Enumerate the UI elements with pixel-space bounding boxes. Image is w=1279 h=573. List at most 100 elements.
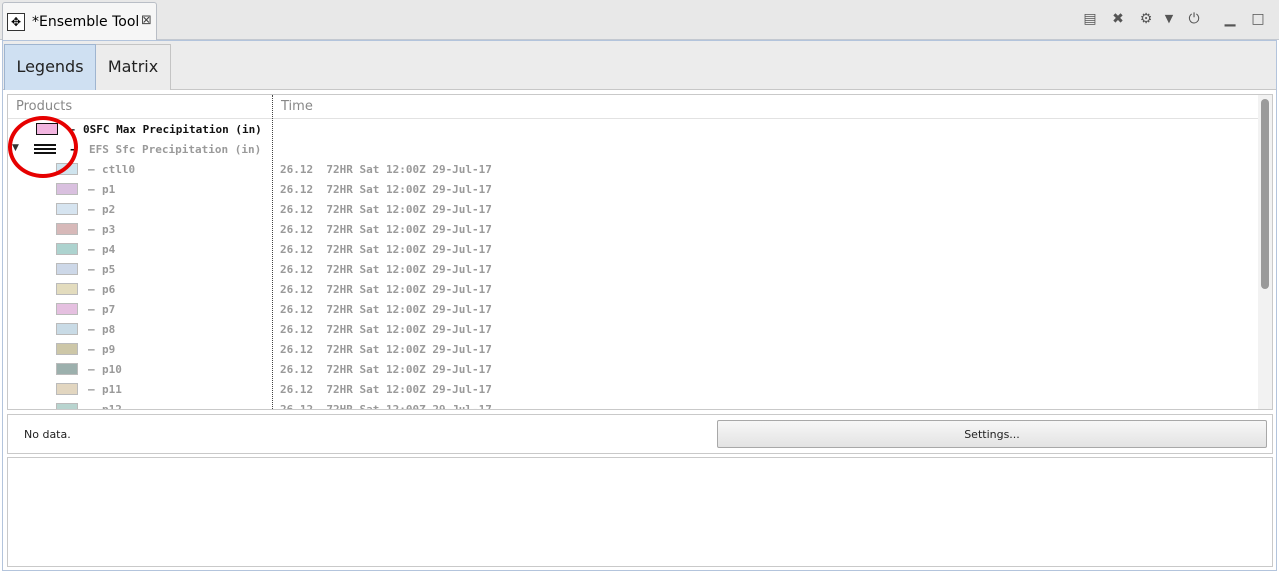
row-label: p4 bbox=[102, 243, 116, 256]
row-label: 0SFC Max Precipitation (in) bbox=[83, 123, 262, 136]
row-time: 26.12 72HR Sat 12:00Z 29-Jul-17 bbox=[280, 403, 492, 410]
row-time: 26.12 72HR Sat 12:00Z 29-Jul-17 bbox=[280, 263, 492, 276]
row-dash: – bbox=[88, 403, 95, 410]
row-label: p11 bbox=[102, 383, 122, 396]
color-swatch[interactable] bbox=[56, 243, 78, 255]
row-dash: – bbox=[88, 323, 95, 336]
row-dash: – bbox=[88, 203, 95, 216]
row-time: 26.12 72HR Sat 12:00Z 29-Jul-17 bbox=[280, 363, 492, 376]
title-bar: ✥ *Ensemble Tool ⊠ ▤ ✖ ⚙ ▼ ⏻ ▁ □ bbox=[0, 0, 1279, 40]
row-label: p5 bbox=[102, 263, 116, 276]
color-swatch[interactable] bbox=[56, 263, 78, 275]
tree-member-row[interactable]: – ctll0 26.12 72HR Sat 12:00Z 29-Jul-17 bbox=[8, 160, 1260, 180]
close-icon[interactable]: ⊠ bbox=[141, 13, 152, 28]
row-label: p8 bbox=[102, 323, 116, 336]
dropdown-arrow-icon[interactable]: ▼ bbox=[1160, 10, 1178, 28]
row-dash: – bbox=[88, 223, 95, 236]
color-swatch[interactable] bbox=[56, 223, 78, 235]
tab-legends[interactable]: Legends bbox=[4, 44, 96, 90]
row-dash: – bbox=[88, 243, 95, 256]
row-label: p2 bbox=[102, 203, 116, 216]
move-arrows-icon: ✥ bbox=[7, 13, 25, 31]
tab-matrix-label: Matrix bbox=[107, 57, 159, 76]
color-swatch[interactable] bbox=[56, 363, 78, 375]
row-time: 26.12 72HR Sat 12:00Z 29-Jul-17 bbox=[280, 243, 492, 256]
row-dash: – bbox=[88, 163, 95, 176]
row-time: 26.12 72HR Sat 12:00Z 29-Jul-17 bbox=[280, 163, 492, 176]
products-column-header[interactable]: Products bbox=[16, 99, 72, 114]
ensemble-panel: Legends Matrix Products Time –0SFC Max P… bbox=[2, 40, 1277, 571]
color-swatch[interactable] bbox=[56, 383, 78, 395]
row-time: 26.12 72HR Sat 12:00Z 29-Jul-17 bbox=[280, 303, 492, 316]
tab-matrix[interactable]: Matrix bbox=[96, 44, 171, 90]
tree-member-row[interactable]: – p9 26.12 72HR Sat 12:00Z 29-Jul-17 bbox=[8, 340, 1260, 360]
row-label: p6 bbox=[102, 283, 116, 296]
row-dash: – bbox=[88, 303, 95, 316]
scrollbar-thumb[interactable] bbox=[1261, 99, 1269, 289]
expand-arrow-icon[interactable]: ▼ bbox=[12, 143, 19, 153]
tree-member-row[interactable]: – p6 26.12 72HR Sat 12:00Z 29-Jul-17 bbox=[8, 280, 1260, 300]
tree-product-row[interactable]: –0SFC Max Precipitation (in) bbox=[8, 120, 1260, 140]
row-dash: – bbox=[68, 123, 75, 136]
legend-tree-table[interactable]: Products Time –0SFC Max Precipitation (i… bbox=[7, 94, 1273, 410]
time-column-header[interactable]: Time bbox=[281, 99, 313, 114]
row-time: 26.12 72HR Sat 12:00Z 29-Jul-17 bbox=[280, 343, 492, 356]
row-time: 26.12 72HR Sat 12:00Z 29-Jul-17 bbox=[280, 223, 492, 236]
row-dash: - bbox=[69, 143, 76, 156]
color-swatch[interactable] bbox=[56, 403, 78, 409]
row-label: p7 bbox=[102, 303, 116, 316]
row-label: p10 bbox=[102, 363, 122, 376]
details-area bbox=[7, 457, 1273, 567]
tree-group-row[interactable]: ▼ - EFS Sfc Precipitation (in) bbox=[8, 140, 1260, 160]
tree-member-row[interactable]: – p1 26.12 72HR Sat 12:00Z 29-Jul-17 bbox=[8, 180, 1260, 200]
view-tab[interactable]: ✥ *Ensemble Tool ⊠ bbox=[2, 2, 157, 40]
color-swatch[interactable] bbox=[56, 283, 78, 295]
view-title: *Ensemble Tool bbox=[32, 14, 140, 30]
tab-strip: Legends Matrix bbox=[3, 41, 1276, 90]
gears-icon[interactable]: ⚙ bbox=[1137, 10, 1155, 28]
row-time: 26.12 72HR Sat 12:00Z 29-Jul-17 bbox=[280, 383, 492, 396]
row-time: 26.12 72HR Sat 12:00Z 29-Jul-17 bbox=[280, 283, 492, 296]
tree-member-row[interactable]: – p11 26.12 72HR Sat 12:00Z 29-Jul-17 bbox=[8, 380, 1260, 400]
row-dash: – bbox=[88, 363, 95, 376]
row-dash: – bbox=[88, 283, 95, 296]
minimize-icon[interactable]: ▁ bbox=[1221, 10, 1239, 28]
color-swatch[interactable] bbox=[36, 123, 58, 135]
tree-member-row[interactable]: – p12 26.12 72HR Sat 12:00Z 29-Jul-17 bbox=[8, 400, 1260, 410]
tree-member-row[interactable]: – p7 26.12 72HR Sat 12:00Z 29-Jul-17 bbox=[8, 300, 1260, 320]
tab-legends-label: Legends bbox=[16, 57, 84, 76]
line-style-icon bbox=[34, 144, 56, 154]
status-bar: No data. Settings... bbox=[7, 414, 1273, 454]
tree-member-row[interactable]: – p2 26.12 72HR Sat 12:00Z 29-Jul-17 bbox=[8, 200, 1260, 220]
power-icon[interactable]: ⏻ bbox=[1185, 10, 1203, 28]
notepad-icon[interactable]: ▤ bbox=[1081, 10, 1099, 28]
status-message: No data. bbox=[24, 428, 71, 441]
row-time: 26.12 72HR Sat 12:00Z 29-Jul-17 bbox=[280, 323, 492, 336]
row-label: p1 bbox=[102, 183, 116, 196]
row-time: 26.12 72HR Sat 12:00Z 29-Jul-17 bbox=[280, 183, 492, 196]
row-label: EFS Sfc Precipitation (in) bbox=[89, 143, 262, 156]
color-swatch[interactable] bbox=[56, 323, 78, 335]
row-time: 26.12 72HR Sat 12:00Z 29-Jul-17 bbox=[280, 203, 492, 216]
tree-member-row[interactable]: – p3 26.12 72HR Sat 12:00Z 29-Jul-17 bbox=[8, 220, 1260, 240]
tree-member-row[interactable]: – p4 26.12 72HR Sat 12:00Z 29-Jul-17 bbox=[8, 240, 1260, 260]
row-label: p12 bbox=[102, 403, 122, 410]
tree-member-row[interactable]: – p8 26.12 72HR Sat 12:00Z 29-Jul-17 bbox=[8, 320, 1260, 340]
settings-button[interactable]: Settings... bbox=[717, 420, 1267, 448]
tree-member-row[interactable]: – p10 26.12 72HR Sat 12:00Z 29-Jul-17 bbox=[8, 360, 1260, 380]
color-swatch[interactable] bbox=[56, 183, 78, 195]
color-swatch[interactable] bbox=[56, 303, 78, 315]
row-dash: – bbox=[88, 263, 95, 276]
vertical-scrollbar[interactable] bbox=[1258, 95, 1272, 409]
color-swatch[interactable] bbox=[56, 343, 78, 355]
maximize-icon[interactable]: □ bbox=[1249, 10, 1267, 28]
tree-header: Products Time bbox=[8, 95, 1260, 119]
color-swatch[interactable] bbox=[56, 203, 78, 215]
row-dash: – bbox=[88, 343, 95, 356]
color-swatch[interactable] bbox=[56, 163, 78, 175]
tools-icon[interactable]: ✖ bbox=[1109, 10, 1127, 28]
row-dash: – bbox=[88, 183, 95, 196]
row-label: p9 bbox=[102, 343, 116, 356]
row-label: p3 bbox=[102, 223, 116, 236]
tree-member-row[interactable]: – p5 26.12 72HR Sat 12:00Z 29-Jul-17 bbox=[8, 260, 1260, 280]
